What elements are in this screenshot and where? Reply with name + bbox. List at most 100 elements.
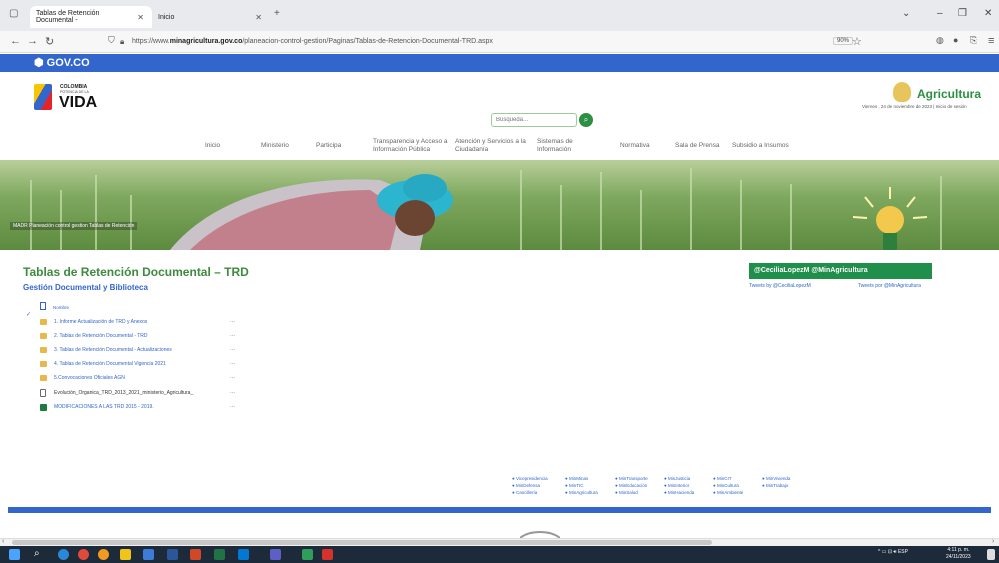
- restore-icon[interactable]: ❐: [958, 8, 967, 19]
- footer-link[interactable]: ● MinVivienda: [762, 476, 790, 481]
- footer-link[interactable]: ● MinInterior: [664, 483, 689, 488]
- footer-link[interactable]: ● MinHacienda: [664, 490, 694, 495]
- firefox-icon[interactable]: [98, 549, 109, 560]
- close-tab-icon[interactable]: ✕: [255, 13, 262, 22]
- more-options-icon[interactable]: ...: [230, 374, 235, 380]
- footer-link[interactable]: ● Vicepresidencia: [512, 476, 548, 481]
- close-tab-icon[interactable]: ✕: [137, 13, 144, 22]
- pocket-icon[interactable]: ◍: [936, 35, 944, 46]
- nav-item-participa[interactable]: Participa: [316, 142, 341, 150]
- teams-icon[interactable]: [270, 549, 281, 560]
- system-tray[interactable]: ^ ▭ ⊡ 🔊︎ ESP: [878, 549, 908, 555]
- nav-item-inicio[interactable]: Inicio: [205, 142, 220, 150]
- date-login-line[interactable]: Viernes , 24 de noviembre de 2023 | Inic…: [862, 104, 999, 109]
- forward-icon[interactable]: →: [27, 35, 38, 47]
- tab-overflow-icon[interactable]: ⌄: [902, 8, 910, 19]
- scroll-left-icon[interactable]: ‹: [2, 538, 4, 545]
- extensions-icon[interactable]: ⎘: [970, 35, 977, 46]
- file-name[interactable]: 4. Tablas de Retención Documental Vigenc…: [54, 361, 166, 367]
- nav-item-normativa[interactable]: Normativa: [620, 142, 650, 150]
- colombia-logo[interactable]: COLOMBIA POTENCIA DE LA VIDA: [34, 84, 104, 112]
- gov-co-logo[interactable]: ⬢ GOV.CO: [34, 56, 90, 69]
- select-all-checkbox[interactable]: ✓: [26, 303, 31, 321]
- list-item[interactable]: 5.Convocaciones Oficiales AGN ...: [40, 373, 250, 385]
- clock[interactable]: 4:11 p. m. 24/11/2023: [946, 547, 971, 561]
- language-indicator[interactable]: ESP: [898, 549, 908, 555]
- nav-item-sistemas[interactable]: Sistemas de Información: [537, 138, 597, 154]
- list-item[interactable]: 3. Tablas de Retención Documental - Actu…: [40, 345, 250, 357]
- list-item[interactable]: 2. Tablas de Retención Documental - TRD …: [40, 331, 250, 343]
- file-name[interactable]: 5.Convocaciones Oficiales AGN: [54, 375, 125, 381]
- ministry-logo[interactable]: Agricultura: [893, 82, 999, 104]
- file-name[interactable]: 2. Tablas de Retención Documental - TRD: [54, 333, 147, 339]
- nav-item-sala-prensa[interactable]: Sala de Prensa: [675, 142, 719, 150]
- footer-link[interactable]: ● Cancillería: [512, 490, 537, 495]
- powerpoint-icon[interactable]: [190, 549, 201, 560]
- more-options-icon[interactable]: ...: [230, 389, 235, 395]
- file-name[interactable]: Evolución_Organica_TRD_2013_2021_ministe…: [54, 390, 193, 396]
- notification-icon[interactable]: [987, 549, 995, 560]
- list-item[interactable]: Evolución_Organica_TRD_2013_2021_ministe…: [40, 388, 250, 400]
- footer-link[interactable]: ● MinSalud: [615, 490, 638, 495]
- nav-item-subsidio[interactable]: Subsidio a Insumos: [732, 142, 789, 150]
- shield-icon[interactable]: ⛉: [108, 35, 115, 46]
- tab-tablas-retencion[interactable]: Tablas de Retención Documental - ✕: [30, 6, 152, 28]
- outlook-icon[interactable]: [238, 549, 249, 560]
- list-item[interactable]: 1. Informe Actualización de TRD y Anexos…: [40, 317, 250, 329]
- footer-link[interactable]: ● MinDefensa: [512, 483, 540, 488]
- lock-icon[interactable]: 🔒︎: [120, 37, 124, 47]
- nav-item-ministerio[interactable]: Ministerio: [261, 142, 289, 150]
- file-name[interactable]: MODIFICACIONES A LAS TRD 2015 - 2019.: [54, 404, 154, 410]
- menu-icon[interactable]: ≡: [988, 35, 994, 47]
- footer-link[interactable]: ● MinAgricultura: [565, 490, 598, 495]
- chrome-icon[interactable]: [78, 549, 89, 560]
- footer-link[interactable]: ● MinJusticia: [664, 476, 690, 481]
- word-icon[interactable]: [167, 549, 178, 560]
- more-options-icon[interactable]: ...: [230, 346, 235, 352]
- breadcrumb[interactable]: MADR Planeación control gestion Tablas d…: [10, 222, 138, 230]
- close-window-icon[interactable]: ✕: [984, 8, 992, 19]
- minimize-icon[interactable]: –: [937, 8, 943, 19]
- account-icon[interactable]: ●: [953, 35, 958, 45]
- file-name[interactable]: 1. Informe Actualización de TRD y Anexos: [54, 319, 147, 325]
- file-explorer-icon[interactable]: [120, 549, 131, 560]
- footer-link[interactable]: ● MinCultura: [713, 483, 739, 488]
- acrobat-icon[interactable]: [322, 549, 333, 560]
- start-icon[interactable]: [9, 549, 20, 560]
- footer-link[interactable]: ● MinMinas: [565, 476, 588, 481]
- more-options-icon[interactable]: ...: [230, 332, 235, 338]
- edge-icon[interactable]: [58, 549, 69, 560]
- list-item[interactable]: MODIFICACIONES A LAS TRD 2015 - 2019. ..…: [40, 402, 250, 414]
- bookmark-star-icon[interactable]: ☆: [852, 35, 862, 48]
- horizontal-scrollbar[interactable]: ‹ ›: [0, 538, 999, 546]
- file-name[interactable]: 3. Tablas de Retención Documental - Actu…: [54, 347, 172, 353]
- new-tab-icon[interactable]: +: [274, 8, 280, 19]
- more-options-icon[interactable]: ...: [230, 318, 235, 324]
- footer-link[interactable]: ● MinTIC: [565, 483, 583, 488]
- search-input[interactable]: [491, 113, 577, 127]
- more-options-icon[interactable]: ...: [230, 360, 235, 366]
- nav-item-transparencia[interactable]: Transparencia y Acceso a Información Púb…: [373, 138, 453, 154]
- twitter-link-minagricultura[interactable]: Tweets por @MinAgricultura: [858, 283, 921, 289]
- scrollbar-thumb[interactable]: [12, 540, 712, 545]
- app-icon[interactable]: [302, 549, 313, 560]
- url-field[interactable]: https://www.minagricultura.gov.co/planea…: [132, 35, 847, 49]
- reload-icon[interactable]: ↻: [45, 35, 54, 48]
- twitter-link-cecilia[interactable]: Tweets by @CeciliaLopezM: [749, 283, 811, 289]
- tab-list-icon[interactable]: ▢: [9, 8, 18, 19]
- footer-link[interactable]: ● MinTransporte: [615, 476, 648, 481]
- footer-link[interactable]: ● MinTrabajo: [762, 483, 788, 488]
- footer-link[interactable]: ● MinAmbiente: [713, 490, 743, 495]
- more-options-icon[interactable]: ...: [230, 403, 235, 409]
- footer-link[interactable]: ● MinCIT: [713, 476, 731, 481]
- footer-link[interactable]: ● MinEducación: [615, 483, 647, 488]
- list-item[interactable]: 4. Tablas de Retención Documental Vigenc…: [40, 359, 250, 371]
- back-icon[interactable]: ←: [10, 35, 21, 47]
- nav-item-atencion[interactable]: Atención y Servicios a la Ciudadanía: [455, 138, 535, 154]
- search-icon[interactable]: ⌕: [34, 548, 40, 559]
- excel-icon[interactable]: [214, 549, 225, 560]
- store-icon[interactable]: [143, 549, 154, 560]
- scroll-right-icon[interactable]: ›: [992, 538, 994, 545]
- tab-inicio[interactable]: Inicio ✕: [152, 6, 270, 28]
- search-button[interactable]: ⌕: [579, 113, 593, 127]
